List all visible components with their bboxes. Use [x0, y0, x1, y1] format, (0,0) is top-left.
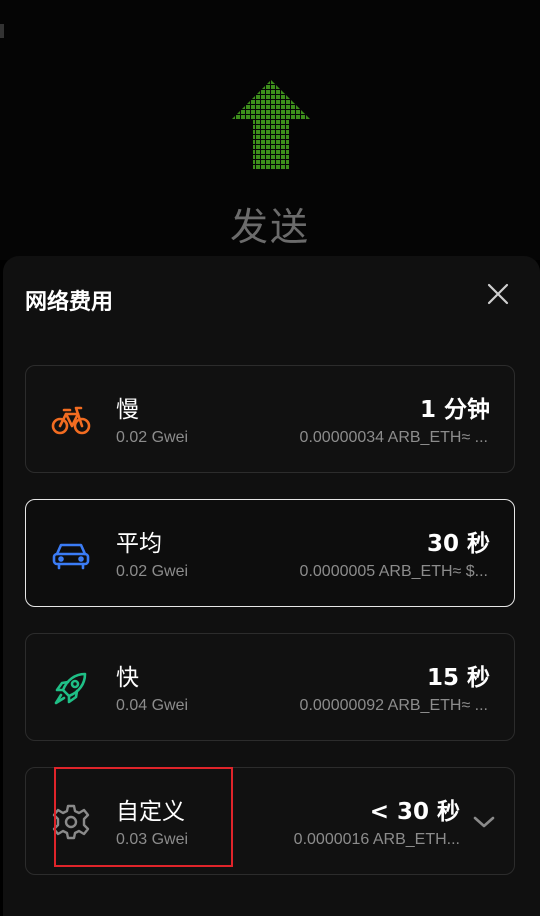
- option-name: 自定义: [116, 799, 185, 825]
- option-gwei: 0.02 Gwei: [116, 429, 189, 446]
- option-time: 1 分钟: [419, 397, 490, 423]
- car-icon: [51, 534, 91, 574]
- option-time: 15 秒: [426, 665, 490, 691]
- option-amount: 0.0000005 ARB_ETH≈ $...: [299, 563, 488, 580]
- option-gwei: 0.03 Gwei: [116, 831, 189, 848]
- bicycle-icon: [51, 400, 91, 440]
- rocket-icon: [51, 668, 91, 708]
- fee-option-slow[interactable]: 慢 0.02 Gwei 1 分钟 0.00000034 ARB_ETH≈ ...: [25, 365, 515, 473]
- screen-title: 发送: [229, 205, 310, 249]
- fee-option-custom[interactable]: 自定义 0.03 Gwei < 30 秒 0.0000016 ARB_ETH..…: [25, 767, 515, 875]
- option-time: 30 秒: [426, 531, 490, 557]
- chevron-down-icon[interactable]: [472, 810, 496, 834]
- option-name: 慢: [116, 397, 139, 423]
- option-amount: 0.0000016 ARB_ETH...: [293, 831, 460, 848]
- fee-option-fast[interactable]: 快 0.04 Gwei 15 秒 0.00000092 ARB_ETH≈ ...: [25, 633, 515, 741]
- close-icon: [486, 282, 510, 310]
- close-button[interactable]: [482, 280, 514, 312]
- option-name: 快: [116, 665, 139, 691]
- edge-indicator: [0, 24, 4, 38]
- fee-option-average[interactable]: 平均 0.02 Gwei 30 秒 0.0000005 ARB_ETH≈ $..…: [25, 499, 515, 607]
- option-amount: 0.00000034 ARB_ETH≈ ...: [299, 429, 488, 446]
- gear-icon: [51, 802, 91, 842]
- option-time: < 30 秒: [369, 799, 460, 825]
- sheet-title: 网络费用: [25, 290, 114, 315]
- option-name: 平均: [116, 531, 162, 557]
- option-amount: 0.00000092 ARB_ETH≈ ...: [299, 697, 488, 714]
- up-arrow-icon: [221, 75, 321, 175]
- option-gwei: 0.04 Gwei: [116, 697, 189, 714]
- option-gwei: 0.02 Gwei: [116, 563, 189, 580]
